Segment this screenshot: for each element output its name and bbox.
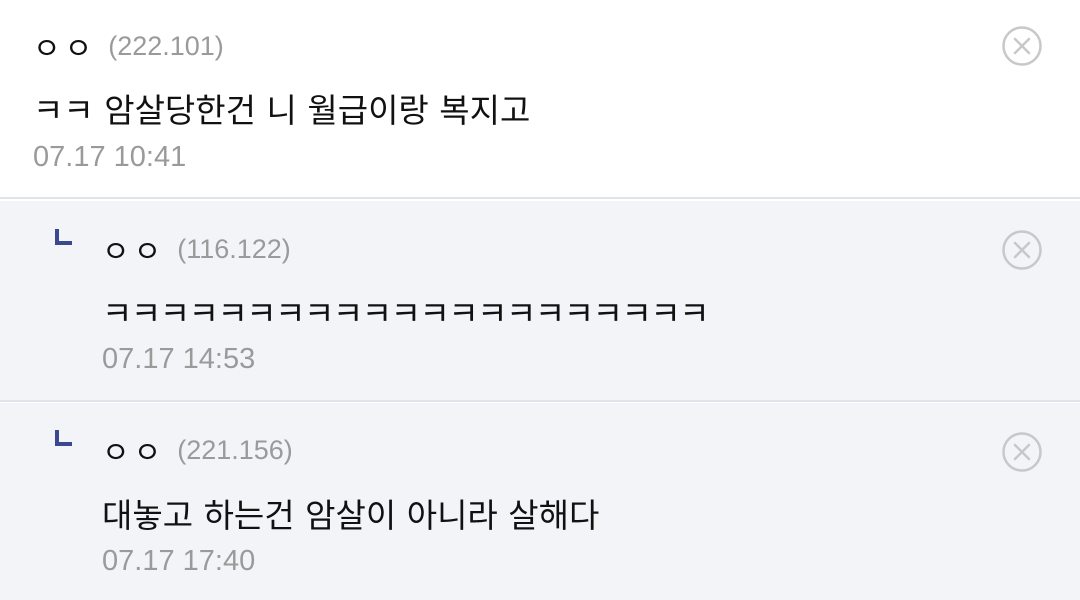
comment-nickname[interactable]: ㅇㅇ: [33, 24, 96, 68]
comment-date: 07.17 14:53: [102, 343, 256, 375]
reply-item: ㅇㅇ (221.156) 대놓고 하는건 암살이 아니라 살해다 07.17 1…: [0, 403, 1080, 600]
comment-date: 07.17 17:40: [102, 545, 256, 577]
comment-text: ㅋㅋ 암살당한건 니 월급이랑 복지고: [33, 91, 531, 130]
comment-item: ㅇㅇ (222.101) ㅋㅋ 암살당한건 니 월급이랑 복지고 07.17 1…: [0, 0, 1080, 199]
comment-meta: ㅇㅇ (222.101): [33, 24, 224, 68]
comment-meta: ㅇㅇ (221.156): [102, 428, 293, 472]
comment-ip: (221.156): [177, 434, 293, 465]
comment-nickname[interactable]: ㅇㅇ: [102, 227, 165, 271]
comment-meta: ㅇㅇ (116.122): [102, 227, 291, 271]
comment-ip: (116.122): [177, 233, 291, 264]
reply-arrow-icon: [55, 430, 72, 446]
comment-date: 07.17 10:41: [33, 141, 187, 173]
close-circle-icon[interactable]: [1001, 25, 1043, 67]
comment-list: ㅇㅇ (222.101) ㅋㅋ 암살당한건 니 월급이랑 복지고 07.17 1…: [0, 0, 1080, 600]
close-circle-icon[interactable]: [1001, 431, 1043, 473]
comment-text: 대놓고 하는건 암살이 아니라 살해다: [102, 496, 600, 535]
comment-text: ㅋㅋㅋㅋㅋㅋㅋㅋㅋㅋㅋㅋㅋㅋㅋㅋㅋㅋㅋㅋㅋ: [102, 294, 710, 333]
reply-arrow-icon: [55, 229, 72, 245]
comment-ip: (222.101): [108, 30, 224, 61]
close-circle-icon[interactable]: [1001, 229, 1043, 271]
comment-nickname[interactable]: ㅇㅇ: [102, 428, 165, 472]
reply-item: ㅇㅇ (116.122) ㅋㅋㅋㅋㅋㅋㅋㅋㅋㅋㅋㅋㅋㅋㅋㅋㅋㅋㅋㅋㅋ 07.17…: [0, 201, 1080, 402]
